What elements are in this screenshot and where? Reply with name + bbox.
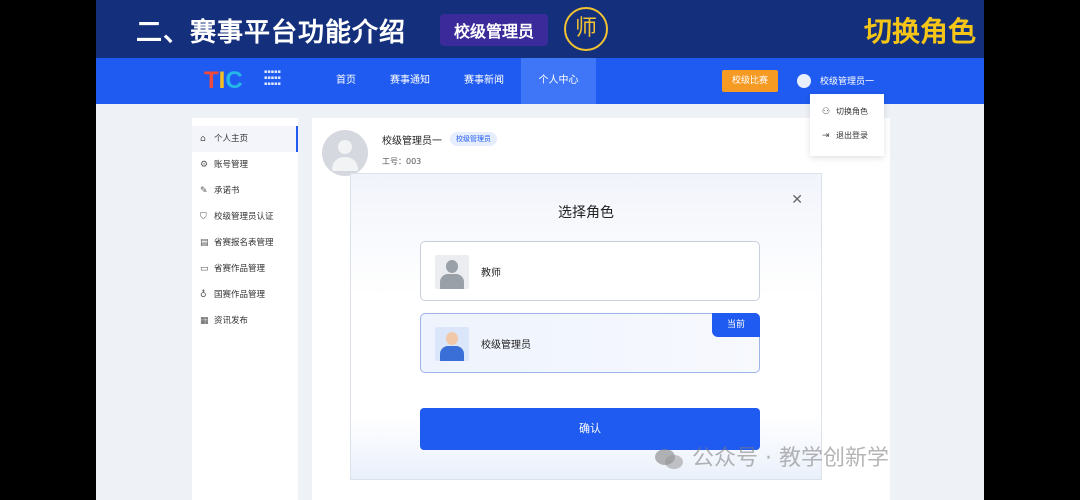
nav-notices[interactable]: 赛事通知 xyxy=(376,58,444,104)
select-role-dialog: 选择角色 ✕ 教师 校级管理员 当前 确认 xyxy=(350,173,822,480)
home-icon: ⌂ xyxy=(200,134,206,144)
sidebar-item-certification[interactable]: ⛉ 校级管理员认证 xyxy=(192,204,298,230)
role-option-school-admin[interactable]: 校级管理员 当前 xyxy=(420,313,760,373)
banner: 二、赛事平台功能介绍 校级管理员 师 切换角色 xyxy=(96,0,984,58)
logout-icon: ⇥ xyxy=(822,131,830,141)
switch-user-icon: ⚇ xyxy=(822,107,831,117)
school-competition-button[interactable]: 校级比赛 xyxy=(722,70,778,92)
profile-avatar xyxy=(322,130,368,176)
nav-news[interactable]: 赛事新闻 xyxy=(450,58,518,104)
sidebar-item-label: 省赛报名表管理 xyxy=(214,238,274,248)
form-icon: ▤ xyxy=(200,238,209,248)
role-label: 校级管理员 xyxy=(481,340,531,351)
sidebar-item-provincial-works[interactable]: ▭ 省赛作品管理 xyxy=(192,256,298,282)
sidebar: ⌂ 个人主页 ⚙ 账号管理 ✎ 承诺书 ⛉ 校级管理员认证 ▤ 省赛报名表管理 … xyxy=(192,118,298,500)
sidebar-item-label: 个人主页 xyxy=(214,134,249,144)
sidebar-item-national-works[interactable]: ♁ 国赛作品管理 xyxy=(192,282,298,308)
current-badge: 当前 xyxy=(712,313,760,337)
profile-name: 校级管理员一 xyxy=(382,136,442,147)
nav-personal-center[interactable]: 个人中心 xyxy=(521,58,596,104)
shield-check-icon: ⛉ xyxy=(200,212,207,222)
user-dropdown: ⚇ 切换角色 ⇥ 退出登录 xyxy=(810,94,884,156)
teacher-avatar-icon xyxy=(435,255,469,289)
role-label: 教师 xyxy=(481,268,501,279)
sidebar-item-commitment[interactable]: ✎ 承诺书 xyxy=(192,178,298,204)
banner-right-title: 切换角色 xyxy=(863,15,976,48)
sidebar-item-registration[interactable]: ▤ 省赛报名表管理 xyxy=(192,230,298,256)
news-icon: ▦ xyxy=(200,316,209,326)
user-menu[interactable]: 校级管理员一 xyxy=(820,74,874,87)
sidebar-item-label: 校级管理员认证 xyxy=(214,212,274,222)
logo-subtext-graphic: ▪▪▪▪▪ ▪▪▪▪▪ ▪▪▪▪▪ xyxy=(264,69,281,87)
sidebar-item-news-publish[interactable]: ▦ 资讯发布 xyxy=(192,308,298,334)
employee-id: 工号：003 xyxy=(382,157,422,166)
role-badge: 校级管理员 xyxy=(450,132,497,146)
sidebar-item-label: 省赛作品管理 xyxy=(214,264,266,274)
sidebar-item-home[interactable]: ⌂ 个人主页 xyxy=(192,126,298,152)
tic-logo[interactable]: TIC xyxy=(204,67,264,95)
wechat-watermark: 公众号 · 教学创新学 xyxy=(654,440,889,472)
sidebar-item-label: 承诺书 xyxy=(214,186,240,196)
role-option-teacher[interactable]: 教师 xyxy=(420,241,760,301)
document-edit-icon: ✎ xyxy=(200,186,208,196)
close-icon[interactable]: ✕ xyxy=(791,192,803,208)
gear-icon: ⚙ xyxy=(200,160,209,170)
sidebar-item-account[interactable]: ⚙ 账号管理 xyxy=(192,152,298,178)
menu-item-switch-role[interactable]: ⚇ 切换角色 xyxy=(810,100,884,124)
nav-home[interactable]: 首页 xyxy=(322,58,370,104)
user-avatar[interactable] xyxy=(797,74,811,88)
banner-tag: 校级管理员 xyxy=(440,14,549,46)
banner-title: 二、赛事平台功能介绍 xyxy=(136,18,407,48)
sidebar-item-label: 资讯发布 xyxy=(214,316,249,326)
wechat-icon xyxy=(655,449,683,469)
sidebar-item-label: 账号管理 xyxy=(214,160,249,170)
trophy-icon: ♁ xyxy=(200,290,207,300)
slide: 二、赛事平台功能介绍 校级管理员 师 切换角色 TIC ▪▪▪▪▪ ▪▪▪▪▪ ▪▪… xyxy=(96,0,984,500)
admin-avatar-icon xyxy=(435,327,469,361)
folder-icon: ▭ xyxy=(200,264,209,274)
teacher-logo: 师 xyxy=(564,7,608,51)
sidebar-item-label: 国赛作品管理 xyxy=(214,290,266,300)
menu-item-logout[interactable]: ⇥ 退出登录 xyxy=(810,124,884,148)
dialog-title: 选择角色 xyxy=(558,205,614,221)
